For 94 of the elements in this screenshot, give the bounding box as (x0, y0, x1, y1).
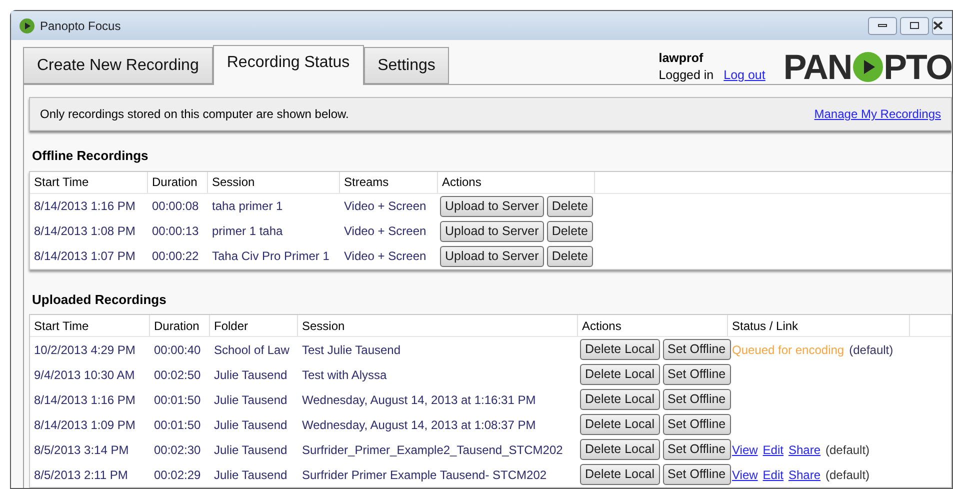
status-note: (default) (826, 466, 870, 484)
table-cell: 9/4/2013 10:30 AM (34, 368, 135, 382)
status-link[interactable]: Edit (762, 440, 784, 458)
section-title: Uploaded Recordings (32, 290, 166, 309)
table-cell: 00:00:22 (152, 249, 199, 263)
table-cell: 8/14/2013 1:16 PM (34, 392, 136, 406)
table-cell: 00:02:29 (154, 468, 201, 482)
maximize-button[interactable] (900, 16, 929, 34)
action-button[interactable]: Set Offline (662, 464, 731, 485)
table-cell: Julie Tausend (214, 392, 288, 406)
table-cell: 00:02:30 (154, 442, 201, 456)
logo-text: PTO (884, 50, 952, 84)
table-cell: 8/14/2013 1:16 PM (34, 199, 136, 213)
column-header: Start Time (34, 318, 89, 334)
column-header: Duration (154, 318, 200, 334)
table-cell: 8/14/2013 1:07 PM (34, 249, 136, 263)
table-cell: 00:00:40 (154, 342, 201, 356)
table-cell: 8/5/2013 2:11 PM (34, 468, 128, 482)
column-header: Actions (442, 174, 482, 191)
section-title: Offline Recordings (32, 147, 148, 165)
action-button[interactable]: Set Offline (662, 389, 731, 410)
table-cell: Julie Tausend (214, 368, 288, 382)
login-status: Logged in (658, 67, 714, 84)
action-button[interactable]: Upload to Server (440, 220, 544, 242)
table-cell: 8/5/2013 3:14 PM (34, 442, 129, 456)
action-button[interactable]: Delete (546, 196, 593, 216)
window-title: Panopto Focus (40, 18, 121, 34)
close-button[interactable] (932, 16, 952, 34)
table-cell: 00:01:50 (154, 418, 201, 432)
table-cell: Video + Screen (344, 224, 426, 238)
column-header: Session (302, 318, 345, 334)
play-logo-icon (852, 51, 884, 83)
table-cell: Julie Tausend (214, 418, 288, 432)
table-cell: Wednesday, August 14, 2013 at 1:08:37 PM (302, 418, 536, 432)
action-button[interactable]: Set Offline (662, 439, 731, 460)
action-button[interactable]: Set Offline (662, 364, 731, 385)
status-note: (default) (826, 442, 870, 458)
column-header: Actions (582, 318, 622, 334)
status-note: (default) (849, 342, 894, 358)
table-cell: Taha Civ Pro Primer 1 (212, 249, 330, 263)
status-link[interactable]: View (732, 466, 758, 484)
column-header: Session (212, 174, 255, 191)
table-cell: School of Law (214, 342, 290, 356)
status-link[interactable]: Edit (762, 466, 784, 484)
action-button[interactable]: Upload to Server (440, 246, 544, 266)
action-button[interactable]: Delete Local (580, 389, 660, 410)
column-header: Duration (152, 174, 198, 191)
table-cell: Test Julie Tausend (302, 342, 401, 356)
table-cell: 8/14/2013 1:08 PM (34, 224, 136, 238)
table-cell: Julie Tausend (214, 468, 288, 482)
table-cell: 00:00:08 (152, 199, 199, 213)
status-text: Queued for encoding (732, 342, 844, 358)
username: lawprof (658, 50, 704, 67)
action-button[interactable]: Delete Local (580, 339, 660, 360)
table-cell: Wednesday, August 14, 2013 at 1:16:31 PM (302, 392, 536, 406)
action-button[interactable]: Delete Local (580, 464, 660, 485)
table-cell: Video + Screen (344, 199, 426, 213)
action-button[interactable]: Upload to Server (440, 196, 544, 216)
manage-recordings-link[interactable]: Manage My Recordings (814, 105, 941, 123)
action-button[interactable]: Set Offline (662, 414, 731, 435)
action-button[interactable]: Delete Local (580, 439, 660, 460)
table-cell: primer 1 taha (212, 224, 283, 238)
table-cell: taha primer 1 (212, 199, 283, 213)
table-cell: Surfrider_Primer_Example2_Tausend_STCM202 (302, 442, 563, 456)
table-cell: Surfrider Primer Example Tausend- STCM202 (302, 468, 547, 482)
action-button[interactable]: Set Offline (662, 339, 731, 360)
action-button[interactable]: Delete (546, 246, 593, 266)
table-cell: 10/2/2013 4:29 PM (34, 342, 136, 356)
table-cell: 00:00:13 (152, 224, 199, 238)
column-header: Start Time (34, 174, 89, 191)
logout-link[interactable]: Log out (724, 67, 766, 84)
table-cell: 00:02:50 (154, 368, 201, 382)
table-cell: 00:01:50 (154, 392, 201, 406)
close-icon (933, 21, 943, 30)
column-header: Streams (344, 174, 389, 191)
status-link[interactable]: Share (788, 466, 821, 484)
logo-text: PAN (783, 50, 852, 84)
column-header: Folder (214, 318, 248, 334)
column-header: Status / Link (732, 318, 798, 334)
notice-text: Only recordings stored on this computer are shown below. (40, 106, 349, 123)
play-logo-icon (19, 18, 35, 34)
tab[interactable]: Recording Status (212, 45, 364, 85)
tab[interactable]: Create New Recording (23, 47, 213, 84)
minimize-button[interactable] (868, 16, 897, 34)
tab[interactable]: Settings (364, 47, 450, 84)
table-cell: Video + Screen (344, 249, 426, 263)
action-button[interactable]: Delete Local (580, 364, 660, 385)
action-button[interactable]: Delete Local (580, 414, 660, 435)
status-link[interactable]: Share (788, 440, 821, 458)
action-button[interactable]: Delete (546, 220, 593, 242)
table-cell: Test with Alyssa (302, 368, 387, 382)
table-cell: Julie Tausend (214, 442, 288, 456)
table-cell: 8/14/2013 1:09 PM (34, 418, 136, 432)
status-link[interactable]: View (732, 440, 758, 458)
